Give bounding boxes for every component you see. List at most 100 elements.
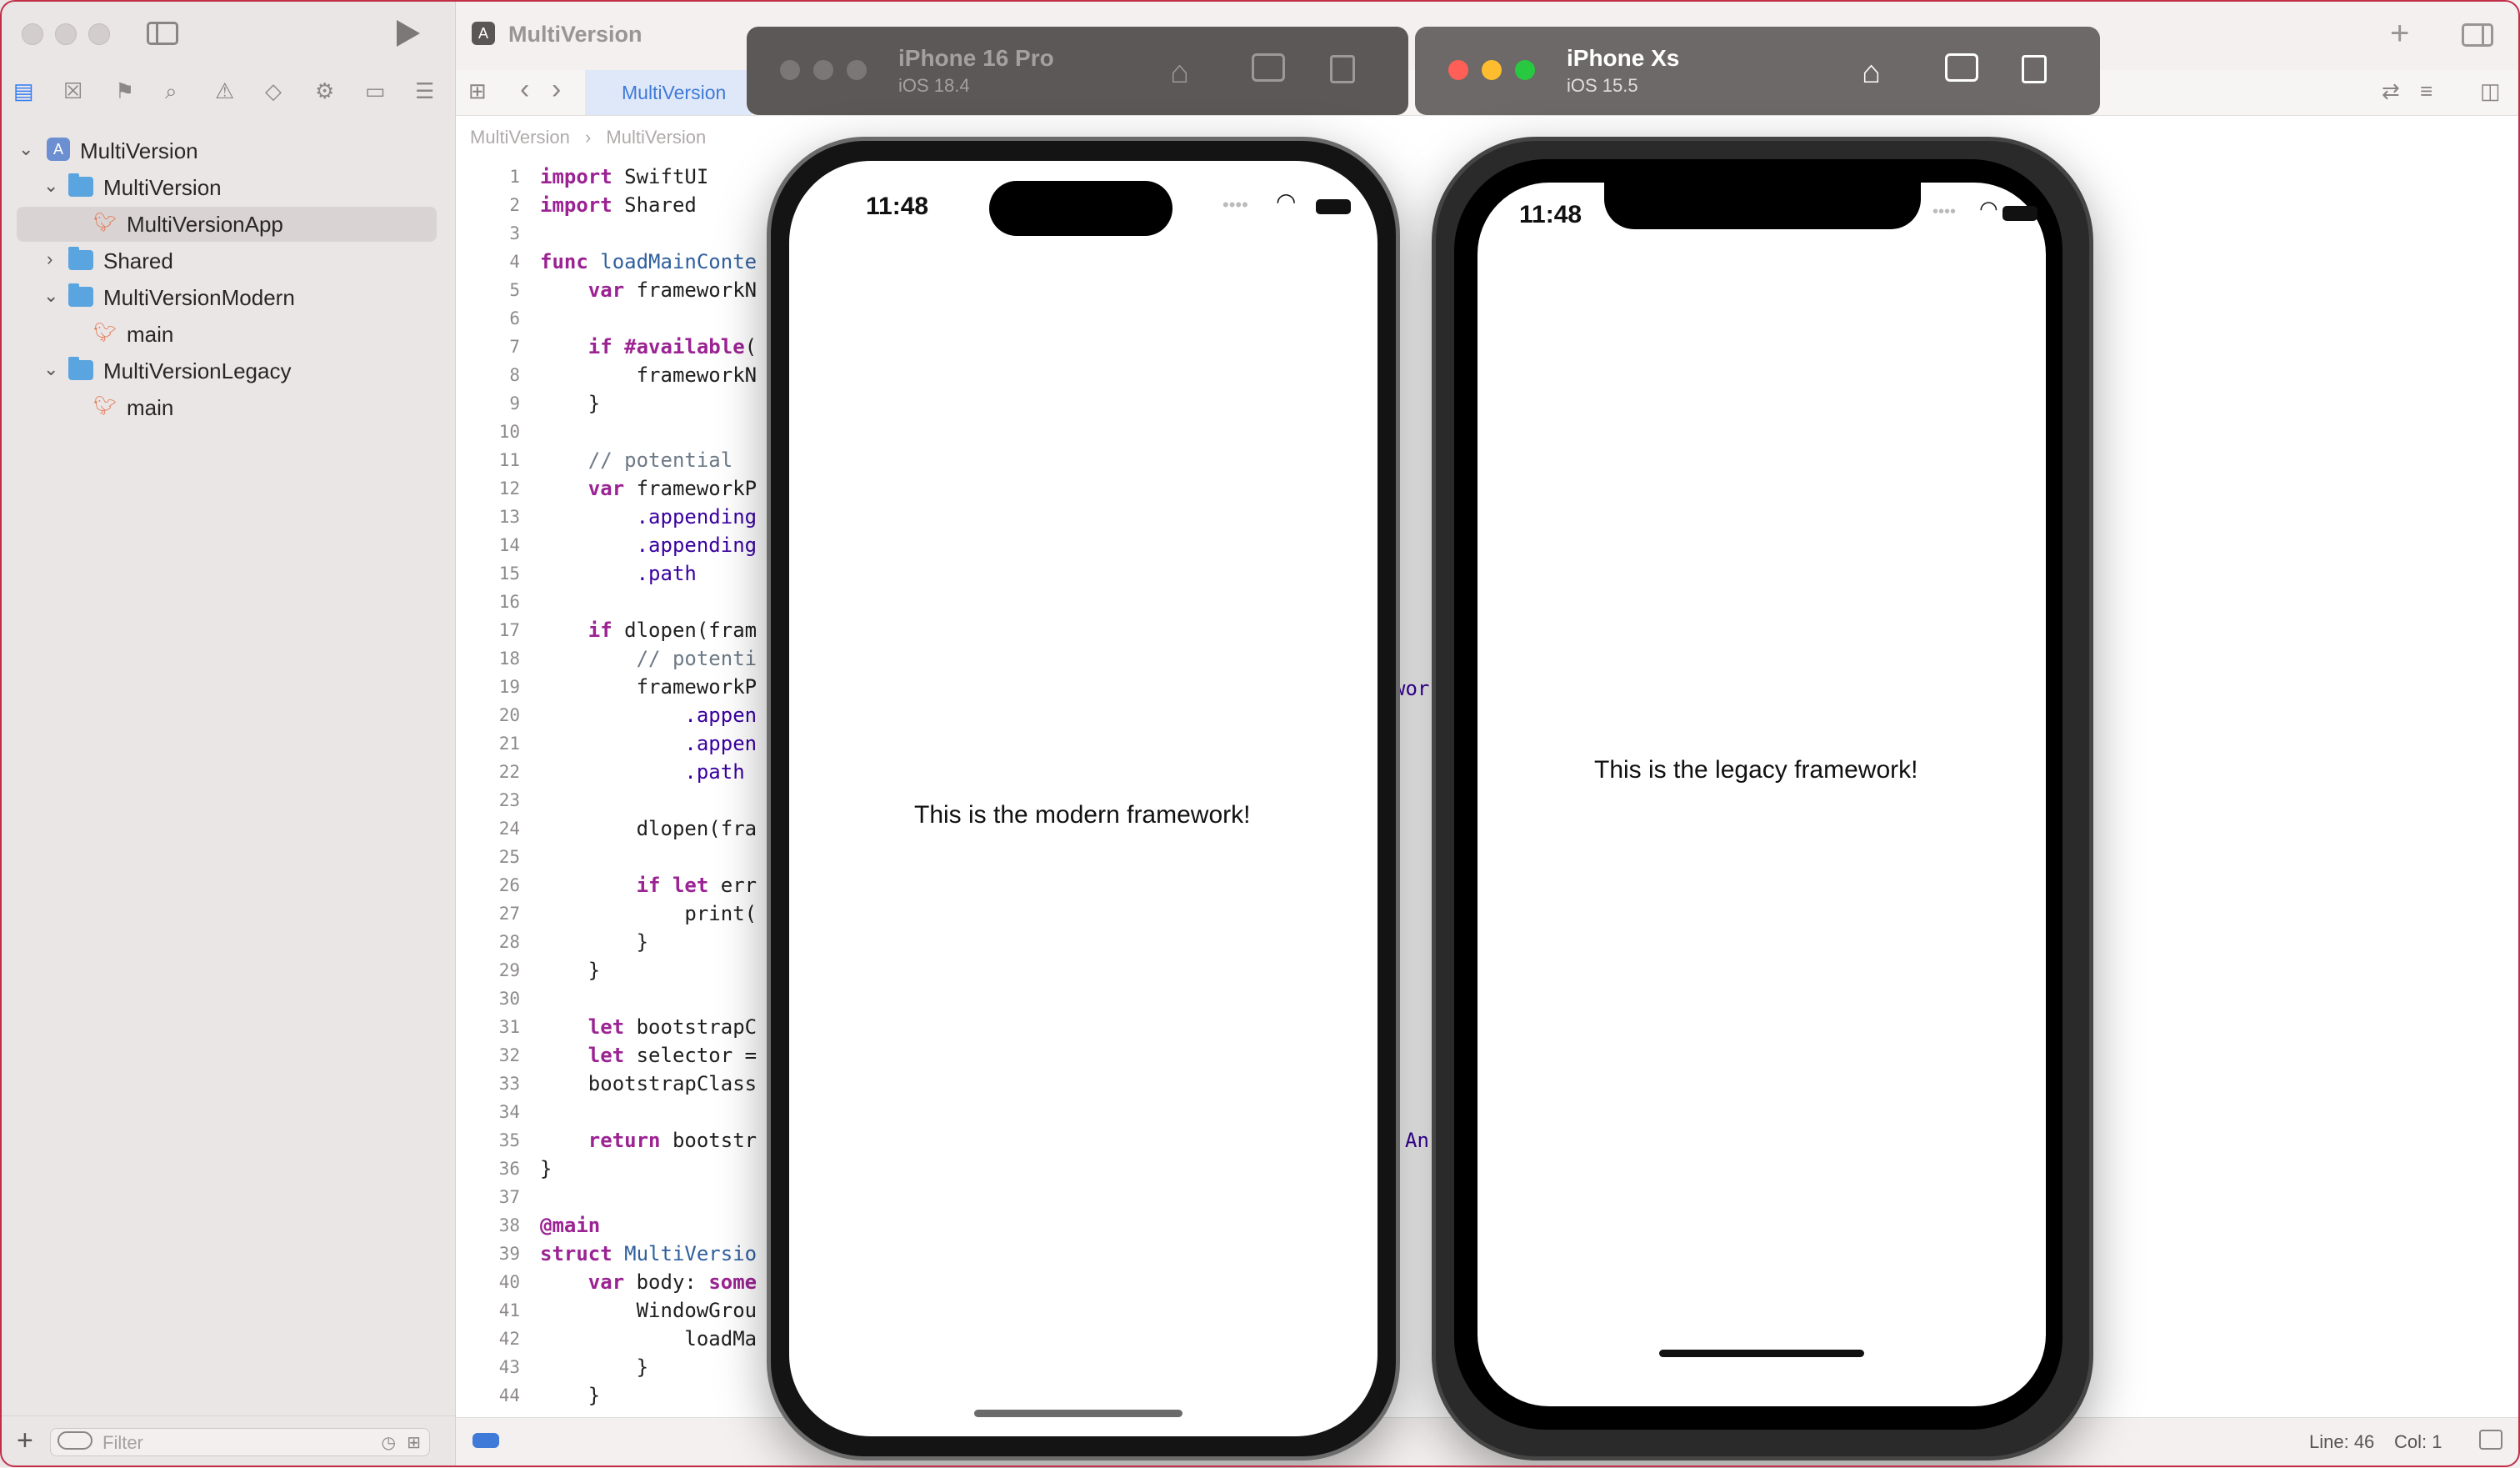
code-line[interactable]: } [540,930,648,959]
code-line[interactable]: .path [540,562,697,590]
code-line[interactable]: let selector = [540,1044,757,1072]
code-line[interactable]: } [540,392,600,420]
test-navigator-icon[interactable]: ◇ [265,78,282,104]
tab-multiversion[interactable]: MultiVersion [585,70,752,115]
tree-row-root[interactable]: ⌄ A MultiVersion [0,133,455,170]
code-line[interactable]: WindowGrou [540,1299,758,1327]
forward-icon[interactable]: › [552,73,561,106]
code-line[interactable]: import Shared [540,193,697,222]
code-line[interactable]: } [540,1384,600,1412]
editor-options-icon[interactable]: ≡ [2420,78,2432,104]
breadcrumb-item[interactable]: MultiVersion [606,127,706,148]
breakpoint-navigator-icon[interactable]: ▭ [365,78,386,104]
code-line[interactable]: if dlopen(fram [540,619,757,647]
code-line[interactable]: .path [540,760,744,789]
code-line[interactable]: if let err [540,874,758,902]
chevron-down-icon[interactable]: ⌄ [18,138,33,160]
find-navigator-icon[interactable]: ⌕ [165,78,178,105]
debug-navigator-icon[interactable]: ⚙ [315,78,334,104]
home-icon[interactable]: ⌂ [1170,55,1189,91]
minimize-window-button[interactable] [55,23,77,45]
run-icon[interactable] [397,20,420,47]
close-window-button[interactable] [22,23,43,45]
code-line[interactable]: loadMa [540,1327,757,1355]
report-navigator-icon[interactable]: ☰ [415,78,434,104]
code-line[interactable]: .appen [540,732,757,760]
rotate-icon[interactable] [2022,55,2047,83]
grid-icon[interactable]: ⊞ [468,78,487,104]
home-indicator[interactable] [1659,1350,1864,1357]
add-file-icon[interactable]: + [17,1425,33,1457]
inspector-toggle-icon[interactable] [2462,23,2493,47]
sim-close-button[interactable] [780,60,800,80]
tree-row-folder-multiversion[interactable]: ⌄ MultiVersion [0,170,455,207]
code-line[interactable]: var frameworkP [540,477,757,505]
back-icon[interactable]: ‹ [520,73,529,106]
code-line[interactable]: .appending [540,534,758,562]
source-control-navigator-icon[interactable]: ☒ [63,78,82,104]
filter-input[interactable]: Filter ◷ ⊞ [50,1428,430,1456]
code-line[interactable]: } [540,1355,648,1384]
code-line[interactable]: frameworkN [540,363,758,392]
tree-row-file-legacy-main[interactable]: 🐦︎ main [0,390,455,427]
add-icon[interactable]: + [2390,15,2409,53]
screenshot-icon[interactable] [1945,53,1978,82]
related-items-icon[interactable]: ⇄ [2382,78,2400,104]
code-line[interactable]: return bootstr [540,1129,757,1157]
split-editor-icon[interactable]: ◫ [2480,78,2501,104]
sim-minimize-button[interactable] [813,60,833,80]
project-title[interactable]: MultiVersion [508,22,642,48]
code-line[interactable]: if #available( [540,335,757,363]
code-line[interactable]: } [540,1157,552,1185]
sim-zoom-button[interactable] [847,60,867,80]
filter-options-icon[interactable] [58,1431,92,1450]
tree-row-file-modern-main[interactable]: 🐦︎ main [0,317,455,353]
chevron-down-icon[interactable]: ⌄ [43,285,58,307]
sim-minimize-button[interactable] [1482,60,1502,80]
sim-zoom-button[interactable] [1515,60,1535,80]
code-line[interactable]: .appen [540,704,757,732]
home-icon[interactable]: ⌂ [1862,55,1881,91]
toggle-debug-area-icon[interactable] [2479,1430,2502,1450]
tree-row-folder-shared[interactable]: › Shared [0,243,455,280]
iphone16pro-screen[interactable]: 11:48 •••• ◠ This is the modern framewor… [789,161,1378,1436]
chevron-right-icon[interactable]: › [47,248,52,270]
tree-row-folder-legacy[interactable]: ⌄ MultiVersionLegacy [0,353,455,390]
code-line[interactable]: import SwiftUI [540,165,708,193]
code-line[interactable]: print( [540,902,757,930]
debug-area-indicator-icon[interactable] [472,1433,499,1448]
code-line[interactable]: let bootstrapC [540,1015,757,1044]
bookmark-navigator-icon[interactable]: ⚑ [115,78,134,104]
rotate-icon[interactable] [1330,55,1355,83]
sim-close-button[interactable] [1448,60,1468,80]
code-line[interactable]: @main [540,1214,600,1242]
chevron-down-icon[interactable]: ⌄ [43,175,58,197]
zoom-window-button[interactable] [88,23,110,45]
iphonexs-screen[interactable]: 11:48 •••• ◠ This is the legacy framewor… [1478,181,2046,1406]
code-line[interactable]: var frameworkN [540,278,757,307]
code-line[interactable]: .appending [540,505,758,534]
code-line[interactable]: struct MultiVersio [540,1242,757,1270]
code-line[interactable]: func loadMainConte [540,250,757,278]
tree-row-file-multiversionapp[interactable]: 🐦︎ MultiVersionApp [0,207,455,243]
code-line[interactable]: bootstrapClass [540,1072,757,1100]
home-indicator[interactable] [974,1410,1182,1417]
code-line[interactable]: var body: some [540,1270,757,1299]
code-line[interactable]: // potenti [540,647,758,675]
tree-row-folder-modern[interactable]: ⌄ MultiVersionModern [0,280,455,317]
code-line[interactable]: frameworkP [540,675,758,704]
source-control-filter-icon[interactable]: ⊞ [407,1432,421,1453]
recent-files-icon[interactable]: ◷ [382,1432,396,1453]
project-navigator-icon[interactable]: ▤ [13,78,34,104]
code-line[interactable]: } [540,959,600,987]
issue-navigator-icon[interactable]: ⚠ [215,78,234,104]
chevron-down-icon[interactable]: ⌄ [43,358,58,380]
simulator-titlebar-iphone16pro[interactable]: iPhone 16 Pro iOS 18.4 ⌂ [747,27,1408,115]
code-line[interactable]: dlopen(fra [540,817,758,845]
simulator-titlebar-iphonexs[interactable]: iPhone Xs iOS 15.5 ⌂ [1415,27,2100,115]
sidebar-toggle-icon[interactable] [147,22,178,45]
screenshot-icon[interactable] [1252,53,1285,82]
breadcrumb-item[interactable]: MultiVersion [470,127,570,148]
cellular-icon: •••• [1222,194,1248,215]
code-line[interactable]: // potential [540,448,732,477]
